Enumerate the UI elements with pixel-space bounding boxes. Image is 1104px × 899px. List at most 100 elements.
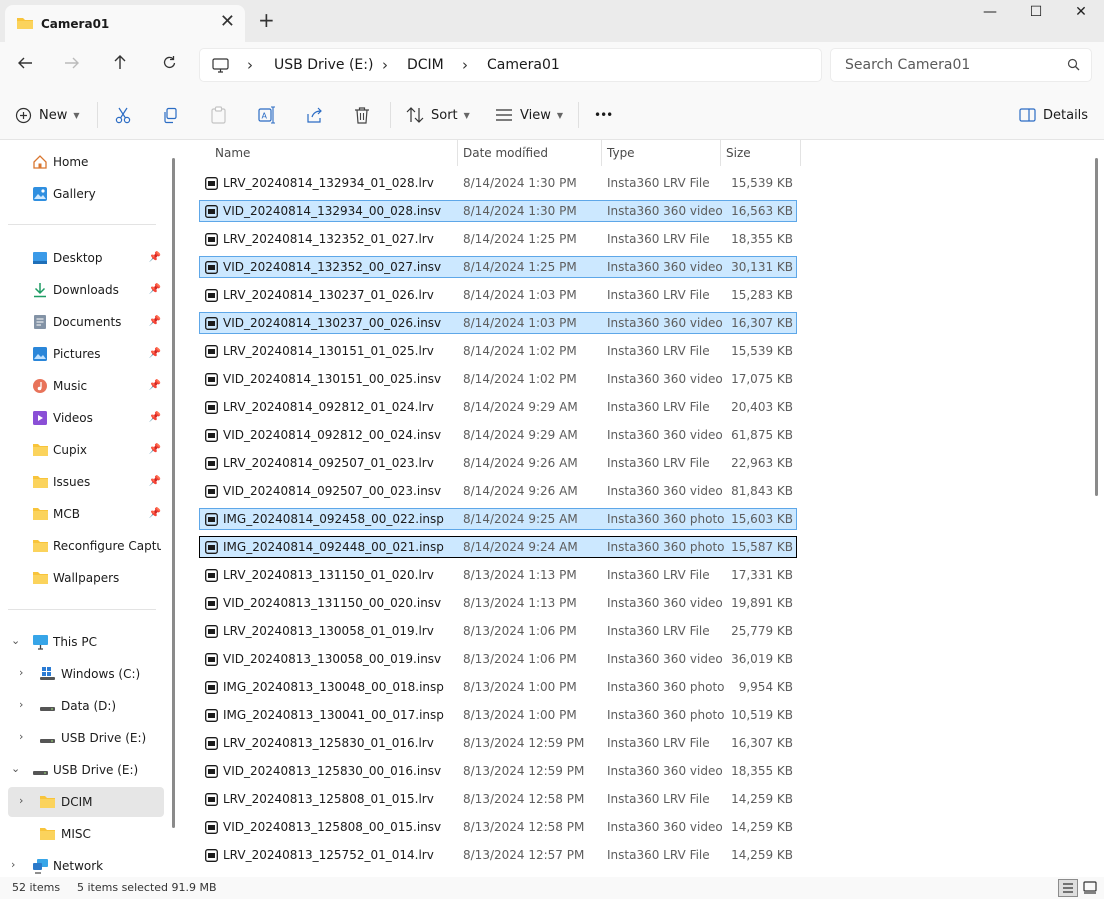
table-row[interactable]: VID_20240813_131150_00_020.insv 8/13/2024… (199, 592, 797, 614)
nav-item-downloads[interactable]: Downloads 📌 (8, 275, 164, 305)
address-bar[interactable]: › USB Drive (E:) › DCIM › Camera01 (199, 48, 822, 82)
nav-item-cupix[interactable]: Cupix 📌 (8, 435, 164, 465)
nav-item-this-pc[interactable]: ⌄ This PC (8, 627, 164, 657)
search-box[interactable]: Search Camera01 (830, 48, 1092, 82)
table-row[interactable]: VID_20240813_125808_00_015.insv 8/13/2024… (199, 816, 797, 838)
table-row[interactable]: VID_20240814_130237_00_026.insv 8/14/2024… (199, 312, 797, 334)
table-row[interactable]: LRV_20240814_092507_01_023.lrv 8/14/2024 … (199, 452, 797, 474)
table-row[interactable]: VID_20240813_125830_00_016.insv 8/13/2024… (199, 760, 797, 782)
nav-item-misc[interactable]: MISC (8, 819, 164, 849)
file-name: LRV_20240813_125752_01_014.lrv (223, 848, 434, 862)
nav-item-wallpapers[interactable]: Wallpapers (8, 563, 164, 593)
nav-item-windows-c[interactable]: › Windows (C:) (8, 659, 164, 689)
breadcrumb-dcim[interactable]: DCIM (407, 57, 444, 73)
table-row[interactable]: LRV_20240813_130058_01_019.lrv 8/13/2024 … (199, 620, 797, 642)
table-row[interactable]: LRV_20240813_125830_01_016.lrv 8/13/2024 … (199, 732, 797, 754)
share-button[interactable] (306, 104, 324, 126)
minimize-button[interactable]: — (967, 4, 1013, 26)
table-row[interactable]: VID_20240814_132934_00_028.insv 8/14/2024… (199, 200, 797, 222)
pin-icon: 📌 (148, 284, 161, 295)
close-tab-icon[interactable]: ✕ (220, 11, 235, 32)
table-row[interactable]: LRV_20240813_125752_01_014.lrv 8/13/2024 … (199, 844, 797, 866)
table-row[interactable]: VID_20240814_092507_00_023.insv 8/14/2024… (199, 480, 797, 502)
table-row[interactable]: LRV_20240814_132934_01_028.lrv 8/14/2024 … (199, 172, 797, 194)
file-name: LRV_20240814_130151_01_025.lrv (223, 344, 434, 358)
column-header-type[interactable]: Type (601, 140, 720, 166)
cut-button[interactable] (114, 104, 132, 126)
chevron-right-icon: › (19, 794, 24, 807)
nav-item-dcim[interactable]: › DCIM (8, 787, 164, 817)
nav-item-gallery[interactable]: Gallery (8, 179, 164, 209)
breadcrumb-usb-drive[interactable]: USB Drive (E:) (274, 57, 373, 73)
refresh-icon (163, 56, 175, 69)
nav-label: This PC (53, 635, 97, 649)
copy-icon (164, 107, 177, 123)
nav-item-issues[interactable]: Issues 📌 (8, 467, 164, 497)
media-file-icon (205, 821, 218, 837)
nav-item-pictures[interactable]: Pictures 📌 (8, 339, 164, 369)
nav-item-documents[interactable]: Documents 📌 (8, 307, 164, 337)
up-button[interactable] (106, 52, 134, 78)
file-type: Insta360 360 photo (607, 540, 725, 554)
folder-icon (32, 570, 49, 588)
table-row[interactable]: VID_20240814_092812_00_024.insv 8/14/2024… (199, 424, 797, 446)
file-type: Insta360 LRV File (607, 624, 710, 638)
nav-item-mcb[interactable]: MCB 📌 (8, 499, 164, 529)
table-row[interactable]: IMG_20240814_092448_00_021.insp 8/14/2024… (199, 536, 797, 558)
back-button[interactable] (11, 52, 39, 78)
details-view-button[interactable] (1058, 879, 1078, 897)
nav-item-usb-drive-e[interactable]: ⌄ USB Drive (E:) (8, 755, 164, 785)
table-row[interactable]: VID_20240814_132352_00_027.insv 8/14/2024… (199, 256, 797, 278)
maximize-button[interactable]: ☐ (1013, 4, 1059, 26)
copy-button[interactable] (162, 104, 179, 126)
nav-item-music[interactable]: Music 📌 (8, 371, 164, 401)
table-row[interactable]: VID_20240814_130151_00_025.insv 8/14/2024… (199, 368, 797, 390)
table-row[interactable]: IMG_20240813_130041_00_017.insp 8/13/2024… (199, 704, 797, 726)
media-file-icon (205, 737, 218, 753)
column-divider[interactable] (800, 140, 801, 166)
view-button[interactable]: View ▼ (495, 104, 563, 126)
nav-item-data-d[interactable]: › Data (D:) (8, 691, 164, 721)
column-header-name[interactable]: Name (199, 140, 457, 166)
file-size: 15,603 KB (731, 512, 793, 526)
table-row[interactable]: VID_20240813_130058_00_019.insv 8/13/2024… (199, 648, 797, 670)
file-type: Insta360 LRV File (607, 344, 710, 358)
chevron-down-icon: ▼ (463, 110, 470, 120)
file-list-scrollbar[interactable] (1095, 158, 1098, 496)
nav-scrollbar[interactable] (172, 158, 175, 828)
nav-item-usb-drive-e-child[interactable]: › USB Drive (E:) (8, 723, 164, 753)
file-date: 8/13/2024 12:57 PM (463, 848, 585, 862)
nav-label: Music (53, 379, 88, 393)
sort-button[interactable]: Sort ▼ (406, 104, 470, 126)
table-row[interactable]: LRV_20240814_132352_01_027.lrv 8/14/2024 … (199, 228, 797, 250)
refresh-button[interactable] (155, 52, 183, 78)
close-window-button[interactable]: ✕ (1058, 4, 1104, 26)
thumbnails-view-button[interactable] (1081, 879, 1101, 897)
nav-item-desktop[interactable]: Desktop 📌 (8, 243, 164, 273)
plus-circle-icon (15, 107, 32, 123)
column-header-date[interactable]: ˅ Date modified (457, 140, 601, 166)
table-row[interactable]: LRV_20240814_130237_01_026.lrv 8/14/2024 … (199, 284, 797, 306)
table-row[interactable]: LRV_20240814_092812_01_024.lrv 8/14/2024 … (199, 396, 797, 418)
column-header-size[interactable]: Size (720, 140, 800, 166)
table-row[interactable]: LRV_20240813_131150_01_020.lrv 8/13/2024 … (199, 564, 797, 586)
nav-item-videos[interactable]: Videos 📌 (8, 403, 164, 433)
nav-item-home[interactable]: Home (8, 147, 164, 177)
see-more-button[interactable]: ••• (594, 104, 613, 126)
details-button[interactable]: Details (1019, 104, 1088, 126)
table-row[interactable]: LRV_20240814_130151_01_025.lrv 8/14/2024 … (199, 340, 797, 362)
table-row[interactable]: IMG_20240813_130048_00_018.insp 8/13/2024… (199, 676, 797, 698)
nav-item-reconfigure-capture[interactable]: Reconfigure Captu (8, 531, 164, 561)
divider (578, 102, 579, 128)
paste-button[interactable] (210, 104, 227, 126)
new-button[interactable]: New ▼ (15, 104, 80, 126)
forward-button[interactable] (58, 52, 86, 78)
new-tab-button[interactable]: + (258, 8, 275, 32)
table-row[interactable]: IMG_20240814_092458_00_022.insp 8/14/2024… (199, 508, 797, 530)
arrow-right-icon (65, 57, 79, 69)
table-row[interactable]: LRV_20240813_125808_01_015.lrv 8/13/2024 … (199, 788, 797, 810)
tab-camera01[interactable]: Camera01 ✕ (5, 5, 245, 42)
rename-button[interactable]: A (258, 104, 276, 126)
breadcrumb-camera01[interactable]: Camera01 (487, 57, 560, 73)
delete-button[interactable] (354, 104, 370, 126)
